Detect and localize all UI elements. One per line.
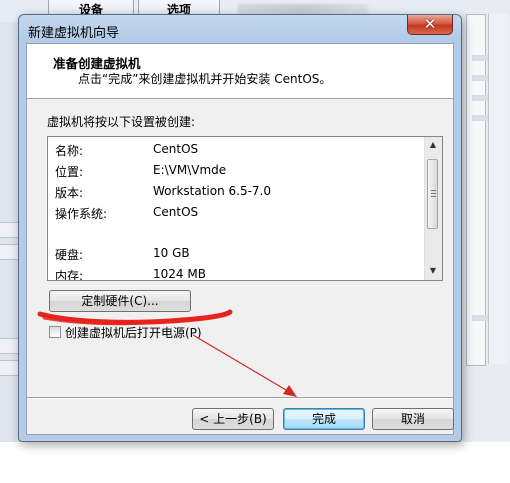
- red-arrow-line: [192, 334, 292, 394]
- red-arrow-head-icon: [283, 385, 297, 397]
- annotation-overlay: [37, 309, 297, 397]
